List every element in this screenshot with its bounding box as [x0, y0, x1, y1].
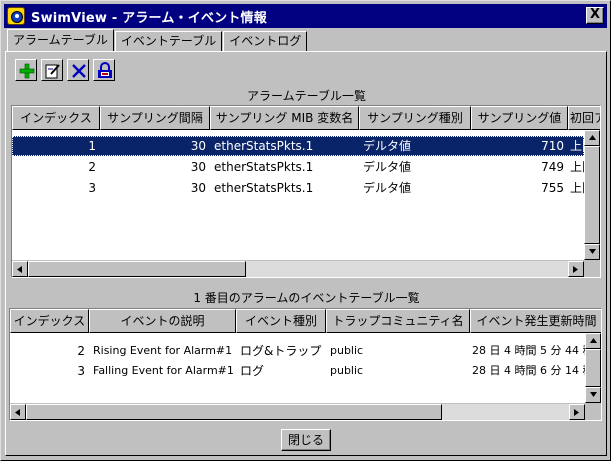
- alarm-row-type: デルタ値: [363, 160, 412, 174]
- alarm-vertical-thumb[interactable]: [584, 146, 600, 244]
- scroll-corner: [585, 404, 601, 420]
- tab-bar: アラームテーブル イベントテーブル イベントログ: [7, 29, 308, 51]
- alarm-row-value: 755: [541, 181, 564, 195]
- alarm-row-variable: etherStatsPkts.1: [214, 139, 314, 153]
- event-col-time[interactable]: イベント発生更新時間: [470, 309, 601, 333]
- event-row-time: 28 日 4 時間 5 分 44 秒: [472, 344, 585, 357]
- event-row-description: Rising Event for Alarm#1: [93, 344, 233, 357]
- alarm-scroll-down-button[interactable]: [584, 244, 600, 260]
- table-row[interactable]: 3 Falling Event for Alarm#1 ログ public 28…: [10, 361, 585, 381]
- alarm-row-index: 1: [88, 139, 96, 153]
- swimview-window: SwimView - アラーム・イベント情報 X アラームテーブル イベントテー…: [0, 0, 611, 461]
- table-row[interactable]: 2 Rising Event for Alarm#1 ログ&トラップ publi…: [10, 341, 585, 361]
- table-row[interactable]: 3 30 etherStatsPkts.1 デルタ値 755 上限ア: [12, 178, 584, 198]
- alarm-row-index: 2: [88, 160, 96, 174]
- edit-icon: [45, 64, 60, 79]
- tab-alarm-table[interactable]: アラームテーブル: [7, 29, 114, 51]
- event-row-index: 2: [77, 344, 85, 358]
- alarm-row-variable: etherStatsPkts.1: [214, 181, 314, 195]
- close-dialog-button[interactable]: 閉じる: [281, 429, 331, 451]
- alarm-table-title: アラームテーブル一覧: [247, 89, 366, 103]
- event-table: インデックス イベントの説明 イベント種別 トラップコミュニティ名 イベント発生…: [9, 308, 602, 421]
- table-row[interactable]: 2 30 etherStatsPkts.1 デルタ値 749 上限ア: [12, 157, 584, 177]
- alarm-col-variable[interactable]: サンプリング MIB 変数名: [210, 106, 359, 130]
- plus-icon: [19, 63, 35, 79]
- alarm-row-variable: etherStatsPkts.1: [214, 160, 314, 174]
- delete-alarm-button[interactable]: [67, 59, 89, 81]
- event-row-type: ログ: [240, 364, 265, 378]
- alarm-scroll-left-button[interactable]: [12, 261, 28, 277]
- window-title: SwimView - アラーム・イベント情報: [31, 10, 267, 26]
- add-alarm-button[interactable]: [15, 59, 37, 81]
- alarm-row-interval: 30: [190, 181, 206, 195]
- event-row-index: 3: [77, 364, 85, 378]
- window-close-button[interactable]: X: [586, 7, 604, 24]
- arrow-left-icon: [15, 409, 20, 416]
- event-row-community: public: [330, 364, 364, 377]
- alarm-row-type: デルタ値: [363, 139, 412, 153]
- table-row[interactable]: 1 30 etherStatsPkts.1 デルタ値 710 上限ア: [12, 136, 584, 156]
- alarm-table-header: インデックス サンプリング間隔 サンプリング MIB 変数名 サンプリング種別 …: [12, 106, 600, 130]
- alarm-row-interval: 30: [190, 160, 206, 174]
- event-scroll-down-button[interactable]: [585, 387, 601, 403]
- event-horizontal-scrollbar[interactable]: [10, 404, 585, 420]
- event-scroll-up-button[interactable]: [585, 333, 601, 349]
- event-table-body: 2 Rising Event for Alarm#1 ログ&トラップ publi…: [10, 333, 585, 403]
- x-icon: [72, 64, 86, 78]
- alarm-horizontal-thumb[interactable]: [28, 261, 246, 277]
- alarm-scroll-right-button[interactable]: [568, 261, 584, 277]
- toolbar: [15, 59, 119, 81]
- alarm-table-body: 1 30 etherStatsPkts.1 デルタ値 710 上限ア 2 30 …: [12, 130, 584, 260]
- event-col-index[interactable]: インデックス: [10, 309, 89, 333]
- arrow-down-icon: [590, 392, 597, 397]
- edit-alarm-button[interactable]: [41, 59, 63, 81]
- alarm-col-first[interactable]: 初回ア: [568, 106, 600, 130]
- refresh-alarm-button[interactable]: [93, 59, 115, 81]
- alarm-row-first: 上限ア: [570, 160, 584, 174]
- alarm-vertical-scrollbar[interactable]: [584, 130, 600, 260]
- event-table-title: 1 番目のアラームのイベントテーブル一覧: [193, 291, 420, 305]
- event-vertical-scrollbar[interactable]: [585, 333, 601, 403]
- event-row-community: public: [330, 344, 364, 357]
- event-col-community[interactable]: トラップコミュニティ名: [326, 309, 470, 333]
- alarm-table: インデックス サンプリング間隔 サンプリング MIB 変数名 サンプリング種別 …: [11, 105, 601, 278]
- event-vertical-thumb[interactable]: [585, 349, 601, 387]
- alarm-scroll-up-button[interactable]: [584, 130, 600, 146]
- alarm-row-first: 上限ア: [570, 139, 584, 153]
- event-row-type: ログ&トラップ: [240, 344, 322, 358]
- arrow-left-icon: [17, 266, 22, 273]
- alarm-col-index[interactable]: インデックス: [12, 106, 100, 130]
- title-bar[interactable]: SwimView - アラーム・イベント情報 X: [4, 4, 607, 28]
- tab-event-log[interactable]: イベントログ: [223, 31, 308, 51]
- event-row-time: 28 日 4 時間 6 分 14 秒: [472, 364, 585, 377]
- alarm-col-type[interactable]: サンプリング種別: [359, 106, 471, 130]
- alarm-row-value: 749: [541, 160, 564, 174]
- alarm-horizontal-scrollbar[interactable]: [12, 261, 584, 277]
- alarm-row-interval: 30: [190, 139, 206, 153]
- tab-event-table[interactable]: イベントテーブル: [114, 31, 223, 51]
- arrow-up-icon: [590, 338, 597, 343]
- event-row-description: Falling Event for Alarm#1: [93, 364, 234, 377]
- alarm-row-first: 上限ア: [570, 181, 584, 195]
- alarm-col-value[interactable]: サンプリング値: [471, 106, 568, 130]
- event-col-description[interactable]: イベントの説明: [89, 309, 236, 333]
- lock-icon: [98, 62, 112, 78]
- alarm-row-index: 3: [88, 181, 96, 195]
- arrow-down-icon: [589, 249, 596, 254]
- alarm-row-value: 710: [541, 139, 564, 153]
- arrow-up-icon: [589, 135, 596, 140]
- alarm-col-interval[interactable]: サンプリング間隔: [100, 106, 210, 130]
- event-horizontal-thumb[interactable]: [26, 404, 442, 420]
- event-scroll-left-button[interactable]: [10, 404, 26, 420]
- arrow-right-icon: [574, 409, 579, 416]
- event-scroll-right-button[interactable]: [569, 404, 585, 420]
- event-table-header: インデックス イベントの説明 イベント種別 トラップコミュニティ名 イベント発生…: [10, 309, 601, 333]
- scroll-corner: [584, 261, 600, 277]
- arrow-right-icon: [573, 266, 578, 273]
- swimview-app-icon: [7, 7, 25, 25]
- alarm-row-type: デルタ値: [363, 181, 412, 195]
- event-col-type[interactable]: イベント種別: [236, 309, 326, 333]
